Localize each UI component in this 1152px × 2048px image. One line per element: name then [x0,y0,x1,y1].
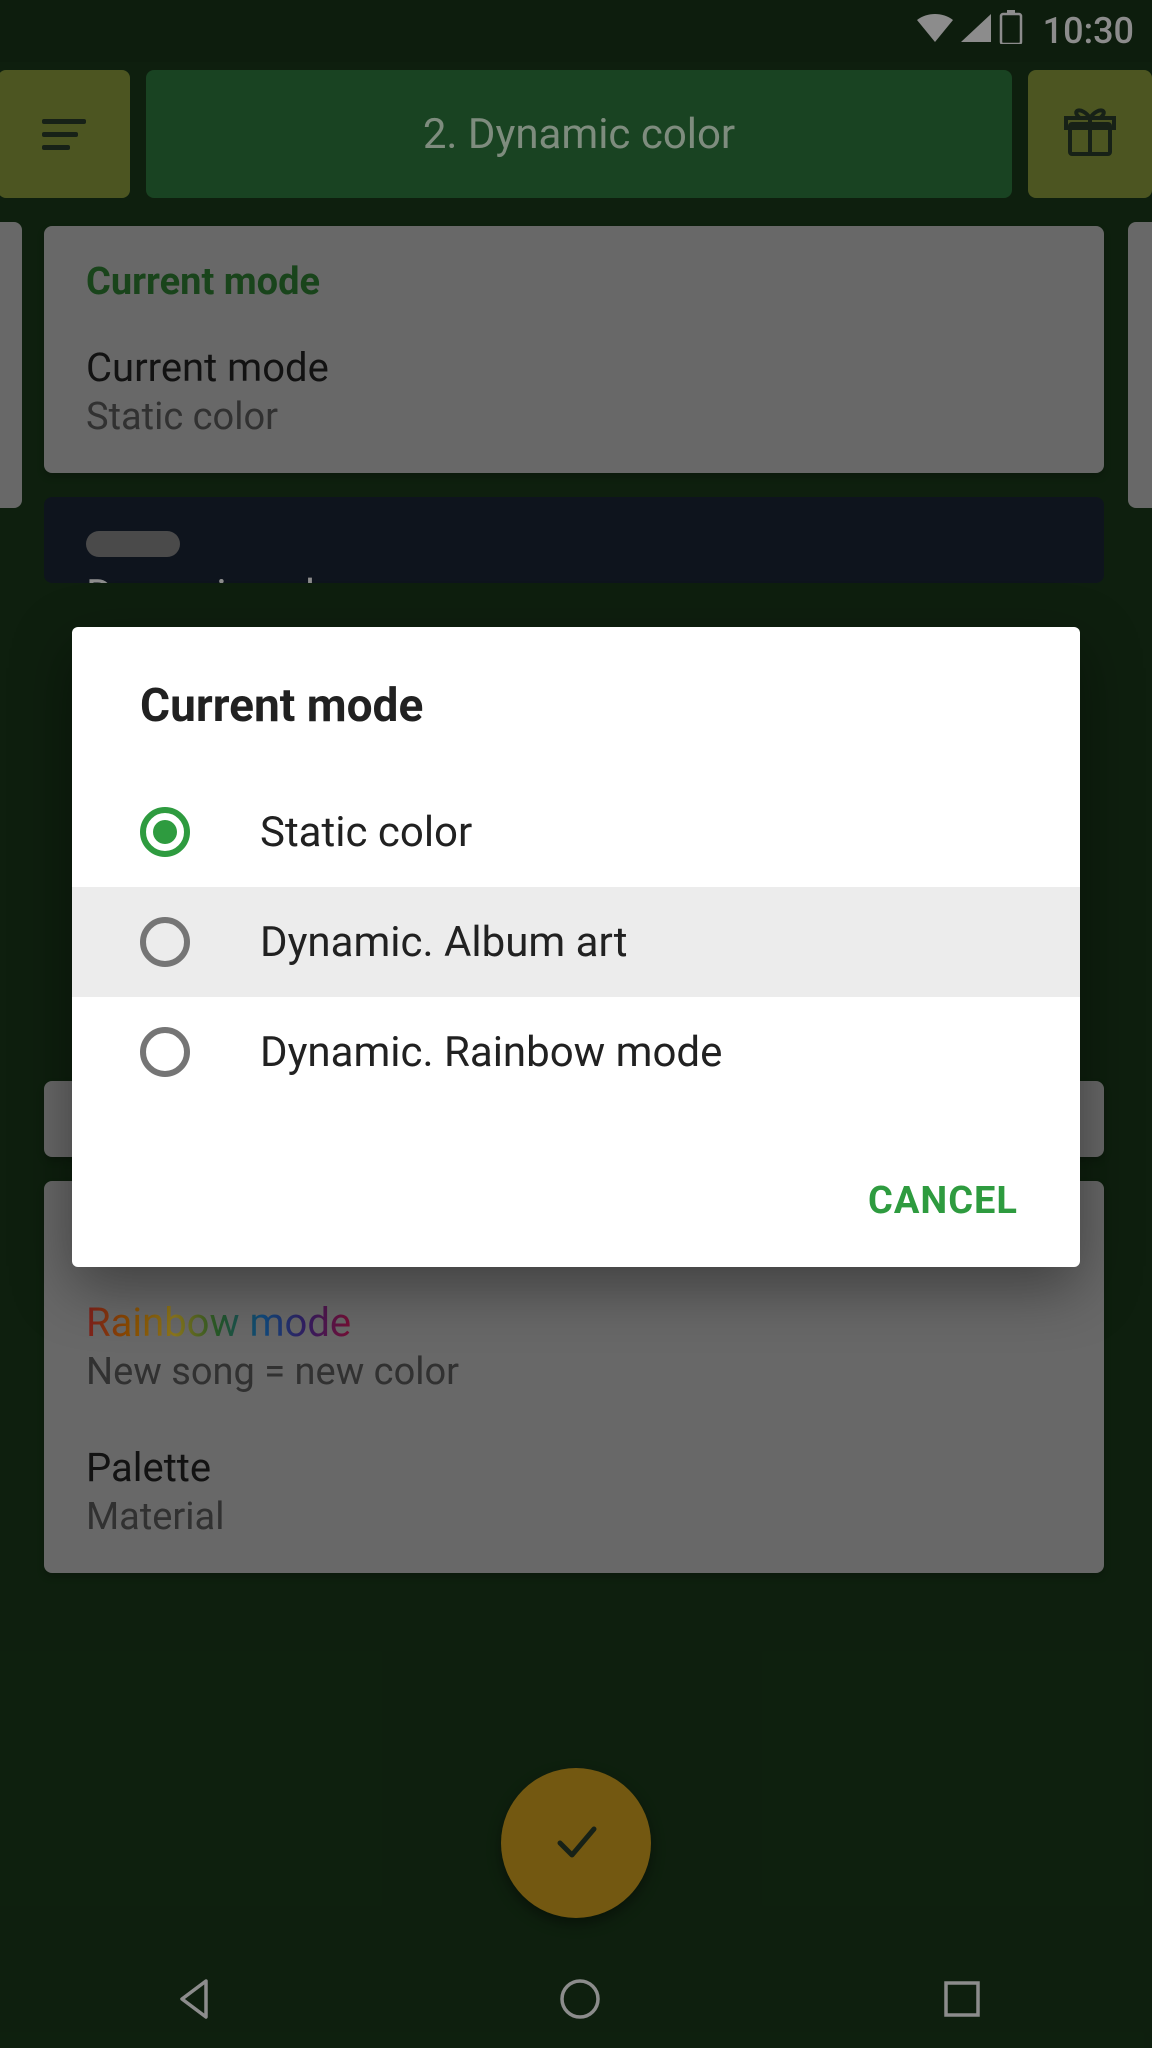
option-dynamic-rainbow[interactable]: Dynamic. Rainbow mode [72,997,1080,1107]
option-label: Static color [260,808,472,857]
option-label: Dynamic. Album art [260,918,627,967]
option-static-color[interactable]: Static color [72,777,1080,887]
dialog-actions: CANCEL [72,1107,1080,1259]
radio-unchecked-icon [140,1027,190,1077]
option-label: Dynamic. Rainbow mode [260,1028,722,1077]
current-mode-dialog: Current mode Static color Dynamic. Album… [72,627,1080,1267]
dialog-title: Current mode [72,627,1080,777]
option-dynamic-album-art[interactable]: Dynamic. Album art [72,887,1080,997]
radio-unchecked-icon [140,917,190,967]
radio-checked-icon [140,807,190,857]
cancel-button[interactable]: CANCEL [868,1179,1018,1223]
